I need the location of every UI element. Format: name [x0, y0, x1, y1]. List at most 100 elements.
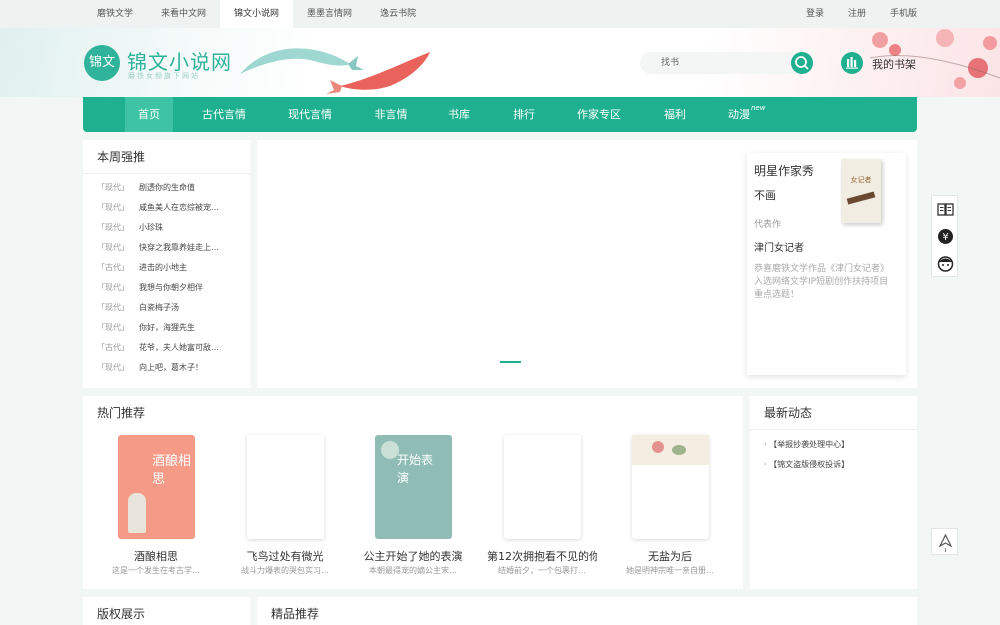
author-name[interactable]: 不画: [754, 187, 776, 203]
book-title-link[interactable]: 白瓷梅子汤: [139, 303, 179, 312]
news-item[interactable]: · 【锦文盗版侵权投诉】: [764, 459, 849, 470]
news-item[interactable]: · 【举报抄袭处理中心】: [764, 439, 849, 450]
cover-illustration: [381, 441, 399, 459]
book-title[interactable]: 第12次拥抱看不见的你: [487, 548, 597, 564]
genre-tag: 「现代」: [97, 323, 129, 332]
bookshelf-link[interactable]: 我的书架: [872, 56, 916, 72]
premium-panel: 精品推荐: [257, 597, 917, 625]
cover-illustration: [846, 191, 876, 205]
book-title-link[interactable]: 剧透你的生命值: [139, 183, 195, 192]
koi-fish-illustration: [240, 48, 430, 94]
book-title-link[interactable]: 小珍珠: [139, 223, 163, 232]
latest-news-title: 最新动态: [764, 406, 813, 420]
list-item[interactable]: 「现代」 快穿之我靠养娃走上…: [97, 242, 219, 256]
cover-title: 女记者: [850, 176, 872, 184]
book-description: 她是明神宗唯一亲自册…: [626, 566, 714, 575]
genre-tag: 「现代」: [97, 183, 129, 192]
author-description: 恭喜磨铁文学作品《津门女记者》入选网络文学IP短剧创作扶持项目重点选题！: [754, 264, 890, 300]
site-tabs: 磨铁文学 来看中文网 锦文小说网 墨墨言情网 逸云书院: [83, 0, 430, 28]
book-icon[interactable]: [936, 200, 955, 219]
mobile-link[interactable]: 手机版: [890, 0, 917, 28]
yuan-coin-icon[interactable]: ¥: [936, 227, 955, 246]
star-author-card[interactable]: 明星作家秀 不画 代表作 津门女记者 恭喜磨铁文学作品《津门女记者》入选网络文学…: [747, 153, 906, 375]
weekly-picks-title: 本周强推: [97, 150, 146, 164]
list-item[interactable]: 「现代」 剧透你的生命值: [97, 182, 195, 196]
search-icon: [795, 56, 809, 70]
nav-welfare[interactable]: 福利: [653, 97, 697, 132]
logo-badge[interactable]: 锦文: [84, 45, 120, 81]
carousel-indicator[interactable]: [500, 361, 521, 363]
book-title-link[interactable]: 快穿之我靠养娃走上…: [139, 243, 219, 252]
cover-illustration: [128, 493, 146, 533]
genre-tag: 「古代」: [97, 343, 129, 352]
divider: [83, 173, 250, 174]
copyright-panel: 版权展示: [83, 597, 250, 625]
genre-tag: 「现代」: [97, 303, 129, 312]
arrow-up-icon: [938, 533, 953, 552]
divider: [750, 429, 917, 430]
book-title[interactable]: 无盐为后: [615, 548, 725, 564]
banner-carousel[interactable]: 明星作家秀 不画 代表作 津门女记者 恭喜磨铁文学作品《津门女记者》入选网络文学…: [257, 140, 917, 388]
book-description: 本朝最得宠的嫡公主宋…: [369, 566, 457, 575]
list-item[interactable]: 「古代」 花爷，夫人她富可敌…: [97, 342, 219, 356]
book-title[interactable]: 酒酿相思: [101, 548, 211, 564]
book-title-link[interactable]: 向上吧，葛木子！: [139, 363, 203, 372]
search-button[interactable]: [791, 52, 813, 74]
book-title-link[interactable]: 我想与你朝夕相伴: [139, 283, 203, 292]
list-item[interactable]: 「现代」 我想与你朝夕相伴: [97, 282, 203, 296]
book-title[interactable]: 公主开始了她的表演: [358, 548, 468, 564]
list-item[interactable]: 「现代」 向上吧，葛木子！: [97, 362, 203, 376]
side-toolbar: ¥: [931, 195, 958, 277]
list-item[interactable]: 「现代」 你好，海狸先生: [97, 322, 195, 336]
list-item[interactable]: 「古代」 进击的小地主: [97, 262, 187, 276]
site-tab-jinwen[interactable]: 锦文小说网: [220, 0, 294, 28]
site-tab-motie[interactable]: 磨铁文学: [83, 0, 147, 28]
site-tab-momo[interactable]: 墨墨言情网: [293, 0, 366, 28]
book-cover[interactable]: 酒酿相思: [118, 435, 195, 539]
search-input[interactable]: [640, 52, 790, 74]
book-description: 结婚前夕，一个包裹打…: [498, 566, 586, 575]
nav-ancient-romance[interactable]: 古代言情: [191, 97, 257, 132]
news-link[interactable]: 【举报抄袭处理中心】: [769, 440, 849, 449]
nav-modern-romance[interactable]: 现代言情: [277, 97, 343, 132]
book-description: 战斗力爆表的哭包实习…: [241, 566, 329, 575]
bookshelf-button[interactable]: [841, 52, 863, 74]
header: 锦文 锦文小说网 磨铁女频旗下网站 我的书架: [0, 28, 1000, 97]
book-title-link[interactable]: 你好，海狸先生: [139, 323, 195, 332]
news-link[interactable]: 【锦文盗版侵权投诉】: [769, 460, 849, 469]
nav-home[interactable]: 首页: [125, 97, 173, 132]
nav-anime[interactable]: 动漫: [717, 97, 761, 132]
list-item[interactable]: 「现代」 咸鱼美人在恋综被宠…: [97, 202, 219, 216]
cover-title: 酒酿相思: [152, 454, 192, 487]
genre-tag: 「现代」: [97, 243, 129, 252]
book-cover[interactable]: [632, 435, 709, 539]
book-cover[interactable]: [504, 435, 581, 539]
nav-library[interactable]: 书库: [439, 97, 479, 132]
book-title-link[interactable]: 咸鱼美人在恋综被宠…: [139, 203, 219, 212]
nav-author-zone[interactable]: 作家专区: [569, 97, 629, 132]
logo-slogan: 磨铁女频旗下网站: [128, 72, 200, 80]
login-link[interactable]: 登录: [806, 0, 824, 28]
book-description: 这是一个发生在考古学…: [112, 566, 200, 575]
book-title[interactable]: 飞鸟过处有微光: [230, 548, 340, 564]
site-tab-yiyun[interactable]: 逸云书院: [366, 0, 430, 28]
author-book-cover[interactable]: 女记者: [841, 159, 881, 223]
site-tab-laikan[interactable]: 来看中文网: [147, 0, 220, 28]
representative-work-link[interactable]: 津门女记者: [754, 239, 804, 254]
cover-title: 开始表演: [397, 453, 434, 485]
list-item[interactable]: 「现代」 小珍珠: [97, 222, 163, 236]
book-title-link[interactable]: 进击的小地主: [139, 263, 187, 272]
genre-tag: 「现代」: [97, 283, 129, 292]
top-bar: 磨铁文学 来看中文网 锦文小说网 墨墨言情网 逸云书院 登录 注册 手机版: [0, 0, 1000, 28]
nav-non-romance[interactable]: 非言情: [364, 97, 418, 132]
book-cover[interactable]: [247, 435, 324, 539]
register-link[interactable]: 注册: [848, 0, 866, 28]
customer-service-icon[interactable]: [936, 254, 955, 273]
book-cover[interactable]: 开始表演: [375, 435, 452, 539]
nav-ranking[interactable]: 排行: [504, 97, 544, 132]
back-to-top-button[interactable]: [931, 528, 958, 555]
weekly-picks-panel: 本周强推 「现代」 剧透你的生命值 「现代」 咸鱼美人在恋综被宠… 「现代」 小珍珠 …: [83, 140, 250, 388]
list-item[interactable]: 「现代」 白瓷梅子汤: [97, 302, 179, 316]
book-title-link[interactable]: 花爷，夫人她富可敌…: [139, 343, 219, 352]
search-box: [640, 52, 814, 74]
